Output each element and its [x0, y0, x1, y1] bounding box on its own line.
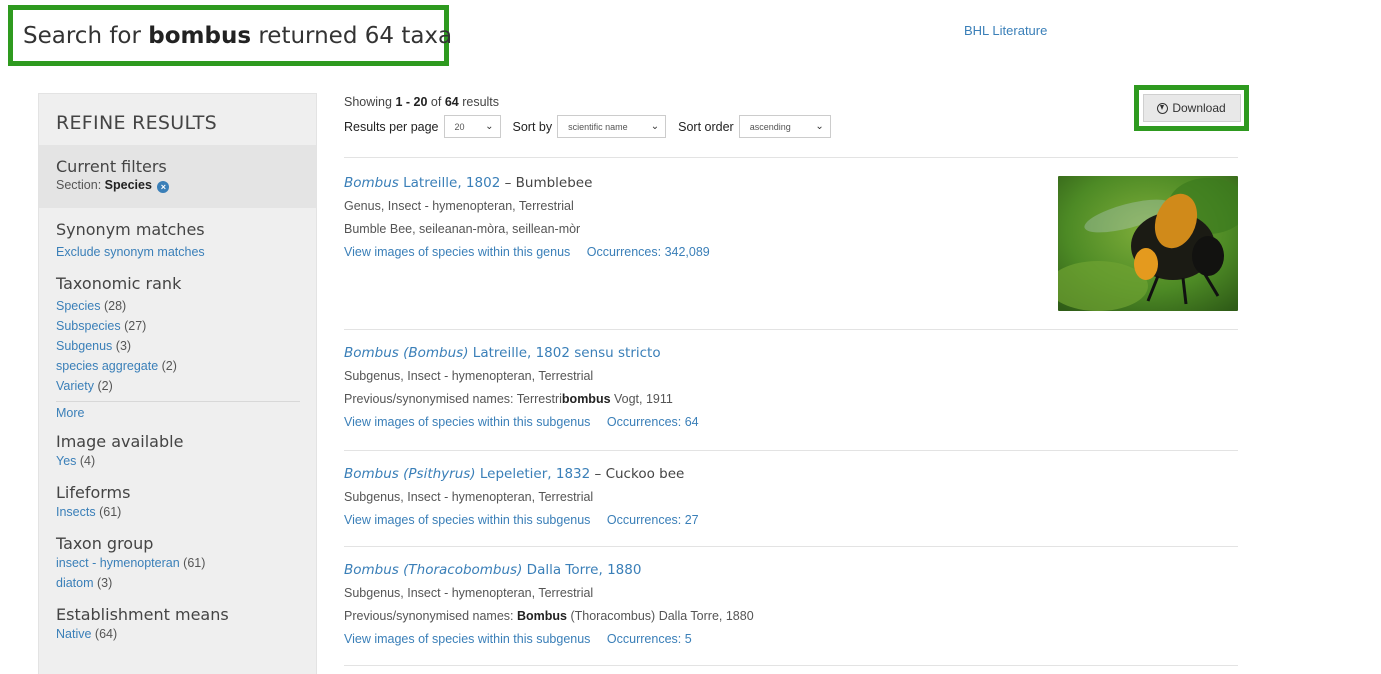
- facet-link[interactable]: diatom: [56, 576, 94, 590]
- result-item: Bombus (Bombus) Latreille, 1802 sensu st…: [344, 329, 1238, 450]
- exclude-synonym-link[interactable]: Exclude synonym matches: [56, 245, 205, 259]
- facet-title: Image available: [56, 432, 184, 451]
- facet-link[interactable]: Yes: [56, 454, 76, 468]
- result-synonyms: Previous/synonymised names: Bombus (Thor…: [344, 609, 754, 623]
- current-filters: Current filters Section: Species ×: [39, 145, 316, 208]
- facet-link[interactable]: species aggregate: [56, 359, 158, 373]
- facet-link[interactable]: Variety: [56, 379, 94, 393]
- result-rank: Subgenus, Insect - hymenopteran, Terrest…: [344, 490, 594, 504]
- search-suffix: returned 64 taxa: [258, 22, 453, 49]
- current-filter-item: Section: Species ×: [56, 178, 299, 193]
- facet-link[interactable]: Native: [56, 627, 91, 641]
- list-item: insect - hymenopteran (61): [56, 556, 206, 570]
- result-synonyms: Previous/synonymised names: Terrestribom…: [344, 392, 673, 406]
- result-rank: Subgenus, Insect - hymenopteran, Terrest…: [344, 369, 594, 383]
- filter-label: Section:: [56, 178, 102, 192]
- occurrences-link[interactable]: Occurrences: 64: [607, 415, 699, 429]
- view-images-link[interactable]: View images of species within this subge…: [344, 415, 603, 429]
- download-icon: [1157, 102, 1169, 114]
- view-images-link[interactable]: View images of species within this genus: [344, 245, 583, 259]
- facet-title: Establishment means: [56, 605, 229, 624]
- facet-link[interactable]: insect - hymenopteran: [56, 556, 180, 570]
- per-page-label: Results per page: [344, 119, 439, 134]
- result-item: Bombus Latreille, 1802 – Bumblebee Genus…: [344, 157, 1238, 329]
- facet-title: Taxon group: [56, 534, 154, 553]
- facet-title: Lifeforms: [56, 483, 131, 502]
- chevron-down-icon: ⌄: [650, 121, 660, 132]
- remove-filter-icon[interactable]: ×: [157, 181, 170, 193]
- result-title[interactable]: Bombus (Bombus) Latreille, 1802 sensu st…: [344, 344, 1238, 362]
- refine-sidebar: REFINE RESULTS Current filters Section: …: [38, 93, 317, 674]
- result-item: Bombus (Psithyrus) Lepeletier, 1832 – Cu…: [344, 450, 1238, 546]
- more-link[interactable]: More: [56, 406, 84, 420]
- facet-link[interactable]: Subgenus: [56, 339, 112, 353]
- result-rank: Subgenus, Insect - hymenopteran, Terrest…: [344, 586, 594, 600]
- list-item: species aggregate (2): [56, 359, 177, 373]
- filter-value: Species: [104, 178, 152, 192]
- current-filters-title: Current filters: [56, 157, 167, 176]
- download-highlight: Download: [1134, 85, 1249, 131]
- occurrences-link[interactable]: Occurrences: 342,089: [587, 245, 710, 259]
- list-item: Subgenus (3): [56, 339, 132, 353]
- list-item: Native (64): [56, 627, 118, 641]
- facet-taxonomic-rank: Taxonomic rank Species (28) Subspecies (…: [39, 274, 316, 420]
- list-item: Variety (2): [56, 379, 113, 393]
- view-images-link[interactable]: View images of species within this subge…: [344, 513, 603, 527]
- search-prefix: Search for: [23, 22, 141, 49]
- view-images-link[interactable]: View images of species within this subge…: [344, 632, 603, 646]
- list-item: diatom (3): [56, 576, 113, 590]
- facet-link[interactable]: Subspecies: [56, 319, 121, 333]
- refine-title: REFINE RESULTS: [56, 112, 218, 134]
- list-item: Species (28): [56, 299, 127, 313]
- list-item: Yes (4): [56, 454, 96, 468]
- chevron-down-icon: ⌄: [485, 121, 494, 132]
- occurrences-link[interactable]: Occurrences: 5: [607, 632, 692, 646]
- facet-synonym: Synonym matches Exclude synonym matches: [39, 220, 316, 262]
- search-term: bombus: [148, 22, 252, 49]
- facet-title: Synonym matches: [56, 220, 205, 239]
- sort-by-select[interactable]: scientific name ⌄: [557, 115, 667, 138]
- results-controls: Results per page 20 ⌄ Sort by scientific …: [344, 115, 843, 138]
- result-title[interactable]: Bombus (Psithyrus) Lepeletier, 1832 – Cu…: [344, 465, 1238, 483]
- sort-order-select[interactable]: ascending ⌄: [738, 115, 831, 138]
- chevron-down-icon: ⌄: [815, 121, 824, 132]
- bumblebee-image[interactable]: [1058, 176, 1238, 311]
- facet-title: Taxonomic rank: [56, 274, 182, 293]
- bhl-literature-link[interactable]: BHL Literature: [964, 23, 1047, 38]
- sort-by-label: Sort by: [512, 119, 553, 134]
- download-button[interactable]: Download: [1142, 94, 1241, 122]
- page-title: Search for bombus returned 64 taxa: [8, 5, 453, 66]
- facet-link[interactable]: Species: [56, 299, 100, 313]
- results-summary: Showing 1 - 20 of 64 results: [344, 95, 500, 109]
- result-item: Bombus (Thoracobombus) Dalla Torre, 1880…: [344, 546, 1238, 666]
- sort-order-label: Sort order: [678, 119, 734, 134]
- list-item: Insects (61): [56, 505, 122, 519]
- facet-taxon-group: Taxon group insect - hymenopteran (61) d…: [39, 534, 316, 593]
- facet-link[interactable]: Insects: [56, 505, 96, 519]
- facet-image-available: Image available Yes (4): [39, 432, 316, 471]
- result-title[interactable]: Bombus (Thoracobombus) Dalla Torre, 1880: [344, 561, 1238, 579]
- occurrences-link[interactable]: Occurrences: 27: [607, 513, 699, 527]
- facet-lifeforms: Lifeforms Insects (61): [39, 483, 316, 522]
- per-page-select[interactable]: 20 ⌄: [443, 115, 501, 138]
- list-item: Subspecies (27): [56, 319, 147, 333]
- facet-establishment: Establishment means Native (64): [39, 605, 316, 644]
